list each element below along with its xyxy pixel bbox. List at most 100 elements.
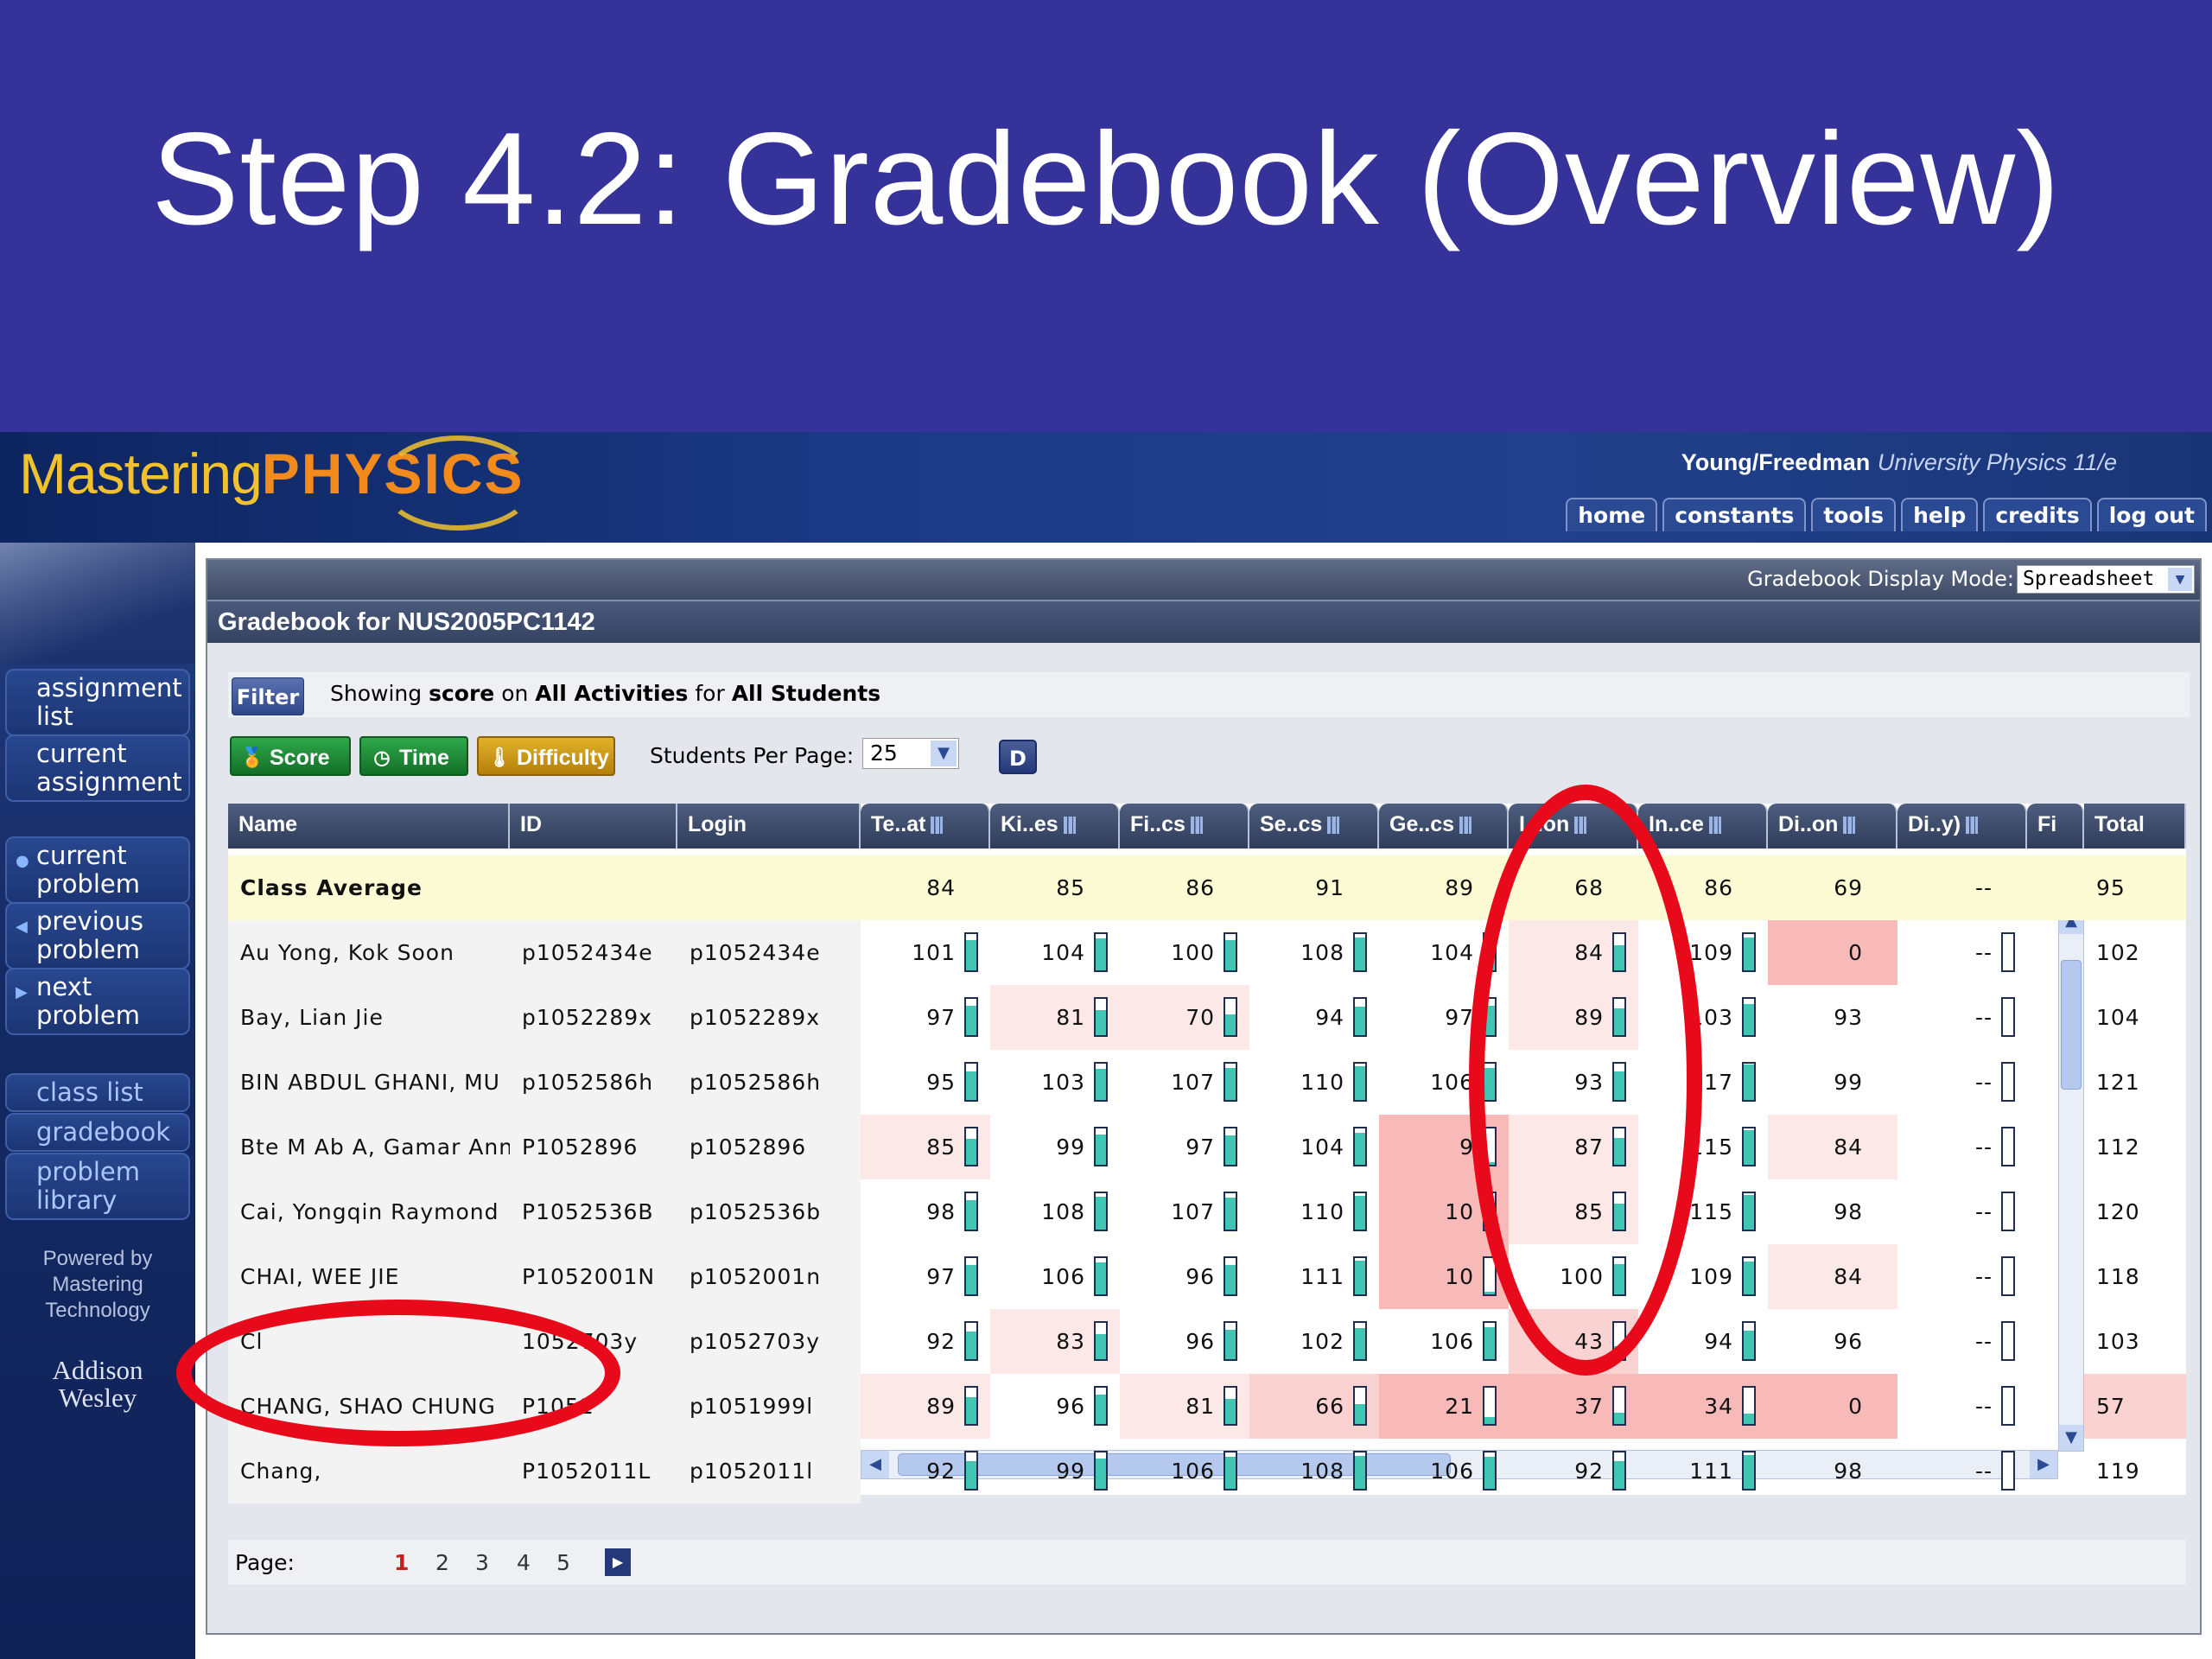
score-cell[interactable]: 108 — [990, 1179, 1120, 1244]
column-header[interactable]: ID — [510, 804, 677, 849]
column-header[interactable]: I...on — [1509, 804, 1638, 849]
score-cell[interactable]: 96 — [1120, 1309, 1249, 1374]
filter-button[interactable]: Filter — [232, 677, 304, 715]
score-cell[interactable]: 83 — [990, 1309, 1120, 1374]
nav-help[interactable]: help — [1901, 498, 1979, 531]
column-header[interactable]: Ge..cs — [1379, 804, 1509, 849]
score-cell[interactable]: 104 — [1249, 1115, 1379, 1179]
score-cell[interactable]: 99 — [990, 1115, 1120, 1179]
difficulty-button[interactable]: 🌡 Difficulty — [477, 736, 615, 776]
student-row[interactable]: BIN ABDUL GHANI, MU p1052586h p1052586h 95 1… — [228, 1050, 2186, 1115]
score-button[interactable]: 🏅 Score — [230, 736, 351, 776]
score-cell[interactable]: 81 — [1120, 1374, 1249, 1439]
score-cell[interactable]: 110 — [1249, 1050, 1379, 1115]
score-cell[interactable]: 102 — [1249, 1309, 1379, 1374]
score-cell[interactable]: 96 — [1120, 1244, 1249, 1309]
score-cell[interactable]: 34 — [1638, 1374, 1768, 1439]
student-row[interactable]: Cai, Yongqin Raymond P1052536B p1052536b 98… — [228, 1179, 2186, 1244]
nav-credits[interactable]: credits — [1983, 498, 2092, 531]
score-cell[interactable]: 106 — [1120, 1439, 1249, 1503]
column-header[interactable]: Te..at — [861, 804, 990, 849]
column-header[interactable]: Ki..es — [990, 804, 1120, 849]
score-cell[interactable]: -- — [1897, 1115, 2027, 1179]
score-cell[interactable]: 107 — [1120, 1179, 1249, 1244]
d-button[interactable]: D — [999, 740, 1037, 774]
score-cell[interactable]: 84 — [1509, 920, 1638, 985]
score-cell[interactable]: 89 — [1509, 985, 1638, 1050]
score-cell[interactable]: 93 — [1509, 1050, 1638, 1115]
sidebar-item-previous-problem[interactable]: ◀ previous problem — [5, 902, 190, 969]
column-header[interactable]: Di..y) — [1897, 804, 2027, 849]
score-cell[interactable]: 96 — [990, 1374, 1120, 1439]
score-cell[interactable]: 92 — [1509, 1439, 1638, 1503]
score-cell[interactable]: -- — [1897, 1244, 2027, 1309]
next-page-icon[interactable]: ▶ — [605, 1548, 631, 1576]
score-cell[interactable]: -- — [1897, 1050, 2027, 1115]
display-mode-select[interactable]: Spreadsheet ▼ — [2017, 565, 2195, 594]
score-cell[interactable]: -- — [1897, 1439, 2027, 1503]
score-cell[interactable]: 110 — [1249, 1179, 1379, 1244]
sidebar-item-assignment-list[interactable]: assignment list — [5, 669, 190, 736]
score-cell[interactable]: 99 — [990, 1439, 1120, 1503]
nav-tools[interactable]: tools — [1811, 498, 1897, 531]
score-cell[interactable]: 10 — [1379, 1179, 1509, 1244]
time-button[interactable]: ◷ Time — [359, 736, 468, 776]
score-cell[interactable]: 98 — [861, 1179, 990, 1244]
score-cell[interactable]: 21 — [1379, 1374, 1509, 1439]
score-cell[interactable]: -- — [1897, 1179, 2027, 1244]
page-link[interactable]: 2 — [435, 1550, 449, 1575]
score-cell[interactable]: 95 — [861, 1050, 990, 1115]
student-row[interactable]: CHAI, WEE JIE P1052001N p1052001n 97 106 96 11… — [228, 1244, 2186, 1309]
sidebar-item-class-list[interactable]: class list — [5, 1073, 190, 1112]
score-cell[interactable]: 111 — [1638, 1439, 1768, 1503]
score-cell[interactable]: 94 — [1638, 1309, 1768, 1374]
score-cell[interactable]: 104 — [990, 920, 1120, 985]
nav-constants[interactable]: constants — [1662, 498, 1807, 531]
score-cell[interactable]: 108 — [1249, 1439, 1379, 1503]
score-cell[interactable]: -- — [1897, 1374, 2027, 1439]
student-row[interactable]: Bay, Lian Jie p1052289x p1052289x 97 81 70 94 9… — [228, 985, 2186, 1050]
score-cell[interactable]: 106 — [1379, 1439, 1509, 1503]
score-cell[interactable]: 111 — [1249, 1244, 1379, 1309]
score-cell[interactable]: 97 — [861, 1244, 990, 1309]
score-cell[interactable]: 87 — [1509, 1115, 1638, 1179]
score-cell[interactable]: 66 — [1249, 1374, 1379, 1439]
column-header[interactable]: Fi..cs — [1120, 804, 1249, 849]
page-link[interactable]: 1 — [394, 1550, 409, 1575]
nav-log-out[interactable]: log out — [2096, 498, 2207, 531]
score-cell[interactable]: 108 — [1249, 920, 1379, 985]
score-cell[interactable]: 117 — [1638, 1050, 1768, 1115]
page-link[interactable]: 4 — [517, 1550, 531, 1575]
score-cell[interactable]: 106 — [990, 1244, 1120, 1309]
score-cell[interactable]: 97 — [1379, 985, 1509, 1050]
score-cell[interactable]: 109 — [1638, 1244, 1768, 1309]
score-cell[interactable]: 115 — [1638, 1115, 1768, 1179]
score-cell[interactable]: 92 — [861, 1439, 990, 1503]
score-cell[interactable]: 100 — [1120, 920, 1249, 985]
score-cell[interactable]: 103 — [990, 1050, 1120, 1115]
score-cell[interactable]: 107 — [1120, 1050, 1249, 1115]
score-cell[interactable]: 106 — [1379, 1050, 1509, 1115]
score-cell[interactable]: 81 — [990, 985, 1120, 1050]
score-cell[interactable]: 9 — [1379, 1115, 1509, 1179]
student-row[interactable]: CHANG, SHAO CHUNG P1051 p1051999l 89 96 81 66 2… — [228, 1374, 2186, 1439]
score-cell[interactable]: 115 — [1638, 1179, 1768, 1244]
score-cell[interactable]: 109 — [1638, 920, 1768, 985]
column-header[interactable]: Login — [677, 804, 861, 849]
sidebar-item-current-assignment[interactable]: current assignment — [5, 734, 190, 802]
students-per-page-select[interactable]: 25 ▼ — [862, 738, 959, 769]
score-cell[interactable]: -- — [1897, 1309, 2027, 1374]
column-header[interactable]: Fi — [2027, 804, 2084, 849]
score-cell[interactable]: 37 — [1509, 1374, 1638, 1439]
score-cell[interactable]: 94 — [1249, 985, 1379, 1050]
student-row[interactable]: Au Yong, Kok Soon p1052434e p1052434e 101 10… — [228, 920, 2186, 985]
score-cell[interactable]: 85 — [861, 1115, 990, 1179]
column-header[interactable]: Se..cs — [1249, 804, 1379, 849]
score-cell[interactable]: -- — [1897, 920, 2027, 985]
score-cell[interactable]: 104 — [1379, 920, 1509, 985]
column-header[interactable]: Total — [2084, 804, 2186, 849]
sidebar-item-gradebook[interactable]: gradebook — [5, 1113, 190, 1152]
score-cell[interactable]: 92 — [861, 1309, 990, 1374]
student-row[interactable]: Chang, P1052011L p1052011l 92 99 106 108 106 92 1… — [228, 1439, 2186, 1503]
column-header[interactable]: In..ce — [1638, 804, 1768, 849]
